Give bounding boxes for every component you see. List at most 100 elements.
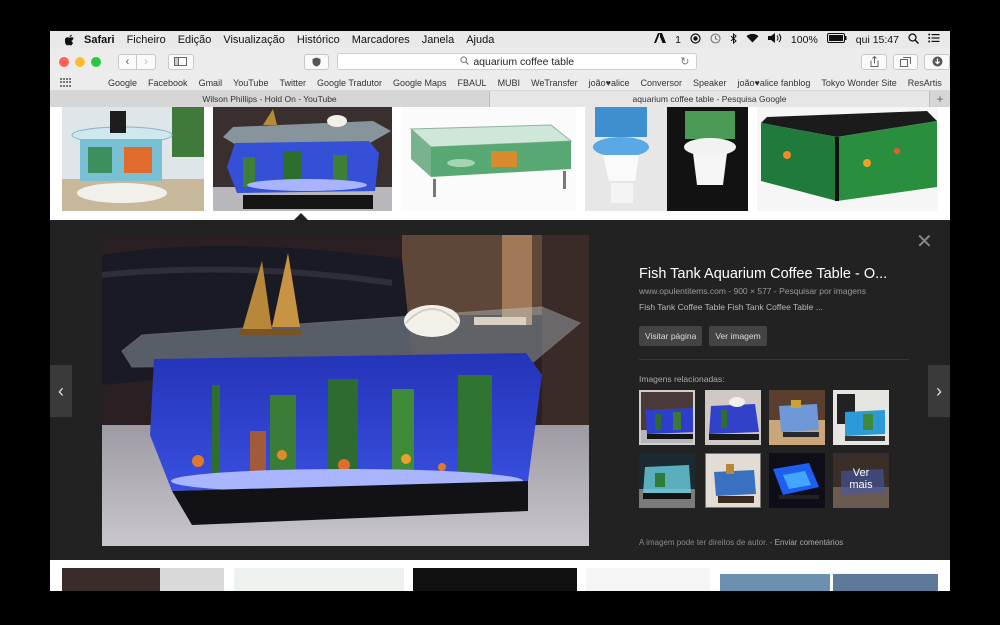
sidebar-toggle-button[interactable] (168, 53, 194, 70)
bookmark-joao-alice[interactable]: joão♥alice (589, 78, 630, 88)
record-icon[interactable] (690, 32, 701, 47)
related-image-thumbnail[interactable] (833, 390, 889, 445)
result-thumbnail[interactable] (757, 107, 938, 211)
clock[interactable]: qui 15:47 (856, 34, 899, 46)
image-results-row (50, 107, 950, 220)
battery-percent: 100% (790, 33, 818, 46)
battery-icon[interactable] (826, 33, 847, 46)
image-title[interactable]: Fish Tank Aquarium Coffee Table - O... (639, 266, 914, 282)
tab-google-search[interactable]: aquarium coffee table - Pesquisa Google (490, 91, 930, 107)
bookmark-tokyo-wonder-site[interactable]: Tokyo Wonder Site (821, 78, 896, 88)
result-thumbnail[interactable] (586, 568, 710, 591)
window-controls (59, 56, 101, 67)
menu-ficheiro[interactable]: Ficheiro (121, 34, 172, 46)
bookmark-joao-alice-fanblog[interactable]: joão♥alice fanblog (738, 78, 811, 88)
related-image-thumbnail[interactable] (639, 390, 695, 445)
see-more-button[interactable]: Ver mais (833, 453, 889, 508)
time-machine-icon[interactable] (710, 32, 721, 47)
bookmark-resartis[interactable]: ResArtis (908, 78, 942, 88)
tab-title: Wilson Phillips - Hold On - YouTube (202, 94, 337, 104)
separator: - (769, 538, 773, 547)
plus-icon: + (936, 92, 944, 106)
bookmark-facebook[interactable]: Facebook (148, 78, 188, 88)
see-more-label: Ver mais (833, 467, 889, 491)
menu-janela[interactable]: Janela (416, 34, 460, 46)
reload-icon[interactable]: ↻ (680, 55, 689, 68)
view-image-button[interactable]: Ver imagem (709, 326, 767, 346)
image-source[interactable]: www.opulentitems.com - 900 × 577 - Pesqu… (639, 286, 914, 296)
menu-marcadores[interactable]: Marcadores (346, 34, 416, 46)
top-sites-icon[interactable] (60, 78, 71, 87)
image-info: Fish Tank Aquarium Coffee Table - O... w… (639, 266, 914, 346)
result-thumbnail[interactable] (401, 107, 576, 211)
bookmark-youtube[interactable]: YouTube (233, 78, 268, 88)
minimize-window-button[interactable] (75, 56, 85, 67)
menu-historico[interactable]: Histórico (291, 34, 346, 46)
menu-bar: Safari Ficheiro Edição Visualização Hist… (50, 31, 950, 48)
bookmark-conversor[interactable]: Conversor (640, 78, 682, 88)
forward-button[interactable]: › (137, 53, 156, 70)
visit-page-button[interactable]: Visitar página (639, 326, 703, 346)
result-thumbnail[interactable] (833, 574, 938, 591)
bluetooth-icon[interactable] (730, 32, 737, 47)
tab-youtube[interactable]: Wilson Phillips - Hold On - YouTube (50, 91, 490, 107)
bookmark-google[interactable]: Google (108, 78, 137, 88)
bookmark-google-maps[interactable]: Google Maps (393, 78, 447, 88)
privacy-button[interactable] (303, 53, 329, 70)
result-thumbnail[interactable] (413, 568, 577, 591)
zoom-window-button[interactable] (91, 56, 101, 67)
downloads-button[interactable] (924, 53, 950, 70)
close-window-button[interactable] (59, 56, 69, 67)
chevron-right-icon: › (936, 380, 942, 401)
image-description: Fish Tank Coffee Table Fish Tank Coffee … (639, 302, 823, 312)
result-thumbnail[interactable] (720, 574, 830, 591)
result-thumbnail[interactable] (234, 568, 404, 591)
related-image-thumbnail[interactable] (705, 390, 761, 445)
bookmark-fbaul[interactable]: FBAUL (458, 78, 487, 88)
volume-icon[interactable] (767, 33, 782, 46)
send-feedback-link[interactable]: Enviar comentários (775, 538, 843, 547)
menu-visualizacao[interactable]: Visualização (217, 34, 291, 46)
related-image-thumbnail[interactable] (769, 453, 825, 508)
main-preview-image[interactable] (102, 235, 589, 546)
apple-icon[interactable] (62, 31, 78, 48)
back-button[interactable]: ‹ (118, 53, 137, 70)
result-thumbnail[interactable] (585, 107, 748, 211)
adobe-icon[interactable] (654, 33, 667, 46)
menu-app-name[interactable]: Safari (78, 34, 121, 46)
copyright-notice: A imagem pode ter direitos de autor. - E… (639, 538, 843, 547)
wifi-icon[interactable] (746, 33, 759, 46)
see-more-line1: Ver (852, 467, 870, 479)
status-count: 1 (675, 33, 681, 46)
bookmark-google-tradutor[interactable]: Google Tradutor (317, 78, 382, 88)
share-icon (870, 56, 879, 67)
image-actions: Visitar página Ver imagem (639, 326, 914, 346)
next-image-button[interactable]: › (928, 365, 950, 417)
bookmark-gmail[interactable]: Gmail (199, 78, 223, 88)
previous-image-button[interactable]: ‹ (50, 365, 72, 417)
bookmark-mubi[interactable]: MUBI (498, 78, 521, 88)
safari-toolbar: ‹ › aquarium coffee table ↻ (50, 48, 950, 75)
bookmark-twitter[interactable]: Twitter (279, 78, 306, 88)
result-thumbnail[interactable] (62, 107, 204, 211)
notification-center-icon[interactable] (928, 33, 940, 46)
show-tabs-button[interactable] (892, 53, 919, 70)
share-button[interactable] (861, 53, 887, 70)
bookmark-wetransfer[interactable]: WeTransfer (531, 78, 578, 88)
related-image-thumbnail[interactable] (639, 453, 695, 508)
new-tab-button[interactable]: + (930, 91, 950, 107)
menu-edicao[interactable]: Edição (172, 34, 218, 46)
result-thumbnail-selected[interactable] (213, 107, 392, 211)
related-image-thumbnail[interactable] (769, 390, 825, 445)
related-image-thumbnail[interactable] (705, 453, 761, 508)
copyright-text: A imagem pode ter direitos de autor. (639, 538, 768, 547)
bookmark-speaker[interactable]: Speaker (693, 78, 727, 88)
bookmarks-bar: Google Facebook Gmail YouTube Twitter Go… (50, 75, 950, 91)
spotlight-icon[interactable] (908, 32, 920, 47)
divider (639, 359, 909, 360)
address-bar[interactable]: aquarium coffee table ↻ (337, 53, 698, 70)
close-panel-button[interactable]: ✕ (916, 232, 933, 252)
chevron-left-icon: ‹ (125, 55, 130, 68)
menu-ajuda[interactable]: Ajuda (460, 34, 500, 46)
status-area: 1 100% qui 15:47 (654, 32, 950, 47)
